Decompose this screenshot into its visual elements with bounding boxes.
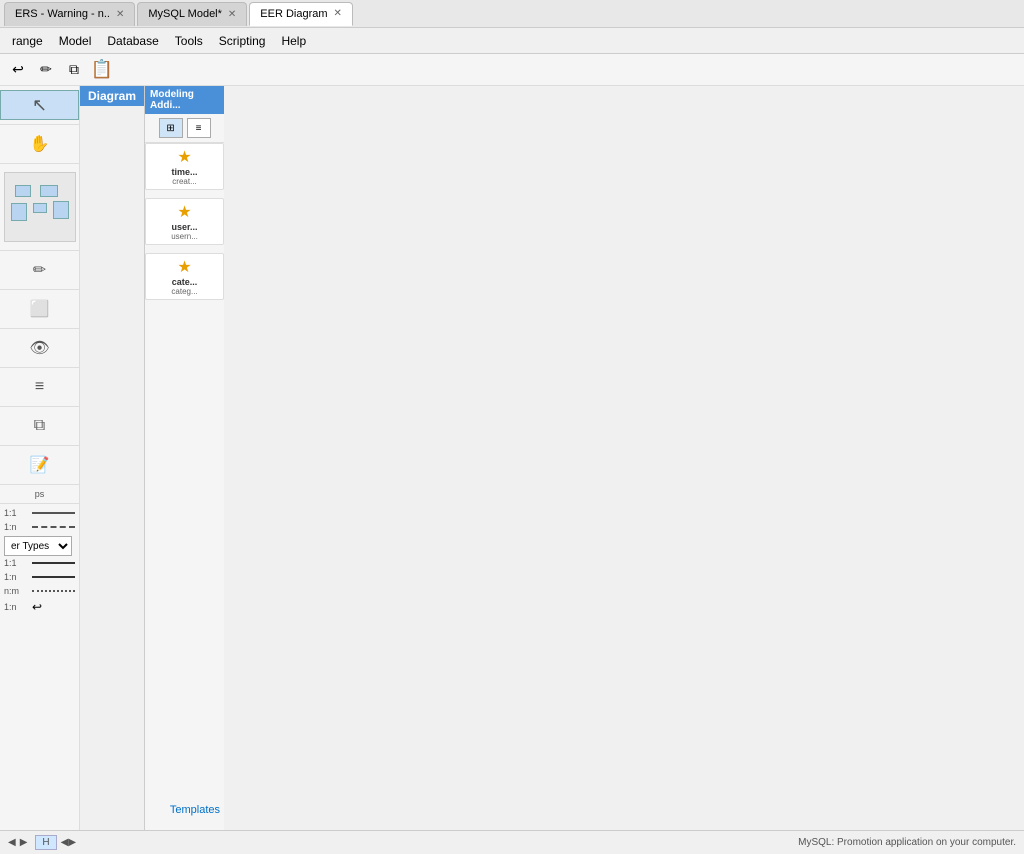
toolbar: ↩ ✏ ⧉ 📋 (0, 54, 1024, 86)
rel-1-n-ident[interactable]: 1:n (4, 570, 75, 584)
rel-1-1-nonident[interactable]: 1:1 (4, 506, 75, 520)
main-layout: ↖ ✋ ✏ ⬜ 👁 ≡ (0, 86, 1024, 830)
tool-pencil[interactable]: ✏ (0, 255, 79, 285)
addon-category-star: ★ (177, 257, 191, 277)
addon-time-star: ★ (177, 147, 191, 167)
rel-1-n-self[interactable]: 1:n ↩ (4, 598, 75, 616)
tab-mysql-model-close[interactable]: ✕ (228, 9, 236, 20)
scroll-right[interactable]: ▶ (68, 837, 76, 848)
tab-ers[interactable]: ERS - Warning - n.. ✕ (4, 2, 135, 26)
tool-table[interactable]: ⬜ (0, 294, 79, 324)
addon-user-name: user... (172, 222, 198, 232)
menu-database[interactable]: Database (99, 32, 166, 50)
minimap (4, 172, 76, 242)
tab-eer-diagram-label: EER Diagram (260, 8, 327, 20)
tab-eer-diagram-close[interactable]: ✕ (334, 8, 342, 19)
addon-category-desc: categ... (171, 287, 197, 296)
right-panel: Modeling Addi... ⊞ ≡ ★ time... creat... … (144, 86, 224, 830)
view-toggle: ⊞ ≡ (145, 114, 224, 143)
templates-link[interactable]: Templates (170, 804, 220, 816)
addon-user-desc: usern... (171, 232, 198, 241)
tool-select[interactable]: ↖ (0, 90, 79, 120)
addon-time-desc: creat... (172, 177, 196, 186)
tab-mysql-model-label: MySQL Model* (148, 8, 222, 20)
scroll-left[interactable]: ◀ (61, 837, 69, 848)
menu-bar: range Model Database Tools Scripting Hel… (0, 28, 1024, 54)
diagram-wrapper: Diagram wards ▼ (80, 86, 144, 830)
tool-view[interactable]: 👁 (0, 333, 79, 363)
status-text: MySQL: Promotion application on your com… (798, 837, 1016, 848)
view-list-btn[interactable]: ≡ (187, 118, 211, 138)
addon-user[interactable]: ★ user... usern... (145, 198, 224, 245)
toolbar-paste[interactable]: 📋 (90, 58, 114, 82)
tab-ers-close[interactable]: ✕ (116, 9, 124, 20)
tab-bar: ERS - Warning - n.. ✕ MySQL Model* ✕ EER… (0, 0, 1024, 28)
menu-help[interactable]: Help (273, 32, 314, 50)
menu-tools[interactable]: Tools (167, 32, 211, 50)
tab-mysql-model[interactable]: MySQL Model* ✕ (137, 2, 247, 26)
menu-scripting[interactable]: Scripting (211, 32, 274, 50)
left-sidebar: ↖ ✋ ✏ ⬜ 👁 ≡ (0, 86, 80, 830)
addon-category-name: cate... (172, 277, 198, 287)
tool-layer[interactable]: ⧉ (0, 411, 79, 441)
rel-1-n-nonident[interactable]: 1:n (4, 520, 75, 534)
addon-time-name: time... (172, 167, 198, 177)
rel-n-m[interactable]: n:m (4, 584, 75, 598)
nav-left[interactable]: ◀ (8, 837, 16, 848)
toolbar-edit[interactable]: ✏ (34, 58, 58, 82)
bottom-bar: ◀ ▶ H ◀ ▶ MySQL: Promotion application o… (0, 830, 1024, 854)
er-types-select[interactable]: er Types (4, 536, 72, 556)
tool-routine[interactable]: ≡ (0, 372, 79, 402)
toolbar-undo[interactable]: ↩ (6, 58, 30, 82)
diagram-title: Diagram (88, 89, 136, 103)
toolbar-copy[interactable]: ⧉ (62, 58, 86, 82)
nav-right[interactable]: ▶ (20, 837, 28, 848)
right-panel-header: Modeling Addi... (145, 86, 224, 114)
menu-model[interactable]: Model (51, 32, 100, 50)
tool-note[interactable]: 📝 (0, 450, 79, 480)
addon-time[interactable]: ★ time... creat... (145, 143, 224, 190)
rel-1-1-ident[interactable]: 1:1 (4, 556, 75, 570)
view-grid-btn[interactable]: ⊞ (159, 118, 183, 138)
tab-ers-label: ERS - Warning - n.. (15, 8, 110, 20)
addon-user-star: ★ (177, 202, 191, 222)
tab-eer-diagram[interactable]: EER Diagram ✕ (249, 2, 353, 26)
menu-range[interactable]: range (4, 32, 51, 50)
rel-types-label: ps (0, 485, 79, 504)
eer-diagram-tab-bottom[interactable]: H (35, 835, 56, 850)
addon-category[interactable]: ★ cate... categ... (145, 253, 224, 300)
diagram-header: Diagram (80, 86, 144, 106)
tool-pan[interactable]: ✋ (0, 129, 79, 159)
